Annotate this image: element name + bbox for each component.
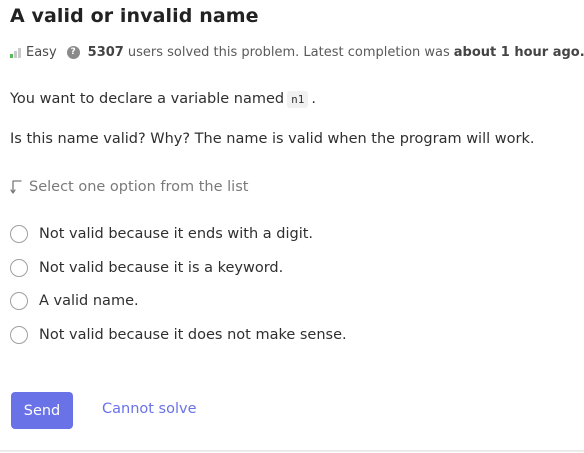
problem-meta: Easy ? 5307 users solved this problem. L… [10, 44, 584, 60]
difficulty-bars-icon [10, 47, 21, 58]
option-2[interactable]: Not valid because it is a keyword. [10, 257, 283, 279]
help-icon[interactable]: ? [66, 45, 80, 59]
latest-completion: about 1 hour ago. [453, 44, 584, 60]
option-label: A valid name. [39, 293, 139, 309]
send-button[interactable]: Send [11, 392, 73, 429]
statement-prefix: You want to declare a variable named [10, 91, 285, 107]
statement-suffix: . [311, 91, 316, 107]
arrow-down-icon [10, 180, 22, 194]
solved-count: 5307 [87, 44, 124, 60]
inline-code: n1 [287, 91, 309, 108]
radio-button[interactable] [10, 326, 28, 344]
select-hint-label: Select one option from the list [29, 179, 249, 195]
solved-text: users solved this problem. Latest comple… [127, 44, 450, 60]
option-1[interactable]: Not valid because it ends with a digit. [10, 223, 313, 245]
option-3[interactable]: A valid name. [10, 290, 139, 312]
problem-statement-line-1: You want to declare a variable named n1. [10, 91, 316, 108]
cannot-solve-link[interactable]: Cannot solve [102, 401, 197, 417]
divider [0, 450, 584, 452]
problem-title: A valid or invalid name [10, 5, 259, 27]
problem-statement-line-2: Is this name valid? Why? The name is val… [10, 131, 535, 147]
radio-button[interactable] [10, 225, 28, 243]
select-hint: Select one option from the list [10, 179, 248, 195]
difficulty-label: Easy [26, 44, 57, 60]
option-label: Not valid because it ends with a digit. [39, 226, 314, 242]
option-4[interactable]: Not valid because it does not make sense… [10, 324, 347, 346]
radio-button[interactable] [10, 259, 28, 277]
option-label: Not valid because it does not make sense… [39, 327, 347, 343]
option-label: Not valid because it is a keyword. [39, 260, 284, 276]
radio-button[interactable] [10, 292, 28, 310]
